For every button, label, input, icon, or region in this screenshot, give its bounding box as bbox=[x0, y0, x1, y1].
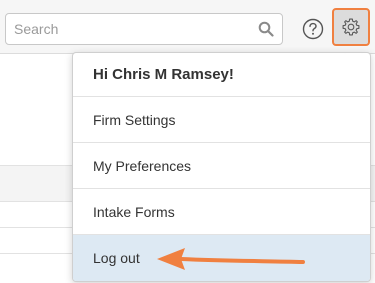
gear-icon bbox=[342, 18, 360, 36]
menu-item-log-out[interactable]: Log out bbox=[73, 235, 370, 281]
menu-item-intake-forms[interactable]: Intake Forms bbox=[73, 189, 370, 235]
menu-item-firm-settings[interactable]: Firm Settings bbox=[73, 97, 370, 143]
menu-item-my-preferences[interactable]: My Preferences bbox=[73, 143, 370, 189]
user-greeting: Hi Chris M Ramsey! bbox=[73, 53, 370, 97]
top-header-bar bbox=[0, 0, 375, 54]
help-icon[interactable] bbox=[302, 18, 324, 40]
user-settings-dropdown: Hi Chris M Ramsey! Firm Settings My Pref… bbox=[72, 52, 371, 282]
search-input[interactable] bbox=[6, 14, 254, 44]
search-icon[interactable] bbox=[258, 21, 274, 37]
search-box[interactable] bbox=[5, 13, 283, 45]
settings-button[interactable] bbox=[332, 8, 370, 46]
